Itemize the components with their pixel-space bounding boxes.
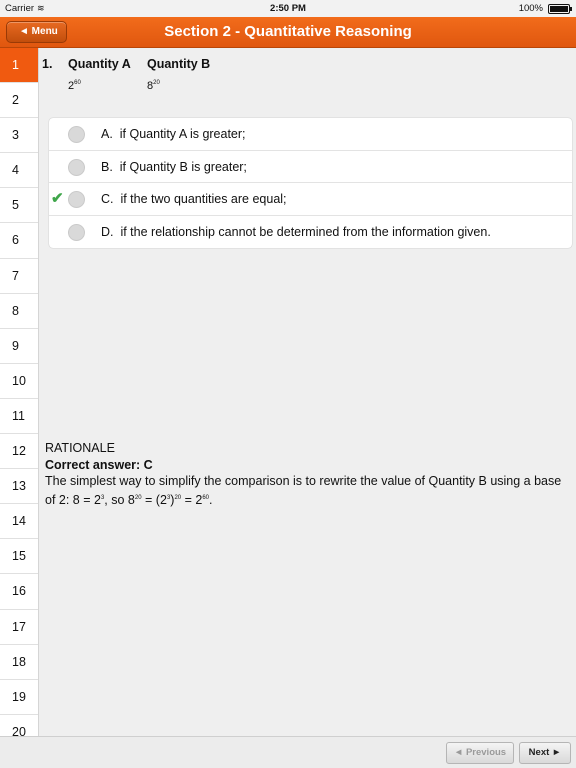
radio-button[interactable] (68, 191, 85, 208)
sidebar-item-1[interactable]: 1 (0, 48, 38, 84)
page-title: Section 2 - Quantitative Reasoning (164, 23, 412, 40)
quantity-a-value: 260 (68, 80, 81, 92)
sidebar-item-6[interactable]: 6 (0, 223, 38, 259)
question-list: 1 2 3 4 5 6 7 8 9 10 11 12 13 14 15 16 17 18 19 20 (0, 48, 39, 736)
checkmark-icon: ✔ (51, 190, 64, 207)
question-number: 1. (42, 57, 53, 71)
option-a[interactable]: A. if Quantity A is greater; (49, 118, 572, 151)
answer-options: A. if Quantity A is greater; B. if Quant… (49, 118, 572, 248)
radio-button[interactable] (68, 158, 85, 176)
sidebar-item-18[interactable]: 18 (0, 645, 38, 680)
rationale-text: The simplest way to simplify the compari… (45, 474, 562, 507)
battery-percentage: 100% (518, 3, 543, 14)
next-button[interactable]: Next ► (519, 742, 571, 764)
rationale: RATIONALE Correct answer: C The simplest… (45, 440, 565, 508)
option-c[interactable]: ✔ C. if the two quantities are equal; (49, 183, 572, 216)
status-bar: Carrier ≋ 2:50 PM 100% (0, 0, 576, 17)
quantity-b-value: 820 (147, 80, 160, 92)
nav-bar: ◄ Menu Section 2 - Quantitative Reasonin… (0, 17, 576, 48)
correct-answer: Correct answer: C (45, 457, 153, 472)
sidebar-item-5[interactable]: 5 (0, 188, 38, 224)
sidebar-item-16[interactable]: 16 (0, 574, 38, 610)
option-label: C. if the two quantities are equal; (101, 192, 287, 206)
radio-button[interactable] (68, 223, 85, 241)
sidebar-item-2[interactable]: 2 (0, 83, 38, 119)
sidebar-item-19[interactable]: 19 (0, 680, 38, 715)
sidebar-item-12[interactable]: 12 (0, 434, 38, 470)
sidebar-item-14[interactable]: 14 (0, 504, 38, 540)
sidebar-item-3[interactable]: 3 (0, 118, 38, 154)
sidebar-item-7[interactable]: 7 (0, 259, 38, 294)
quantity-b-label: Quantity B (147, 57, 211, 71)
sidebar-item-13[interactable]: 13 (0, 469, 38, 505)
radio-button[interactable] (68, 126, 85, 143)
sidebar-item-9[interactable]: 9 (0, 329, 38, 364)
question-panel: 1. Quantity A Quantity B 260 820 A. if Q… (39, 48, 576, 736)
sidebar-item-11[interactable]: 11 (0, 399, 38, 435)
sidebar-item-20[interactable]: 20 (0, 715, 38, 736)
sidebar-item-17[interactable]: 17 (0, 610, 38, 645)
battery-icon (548, 4, 572, 14)
option-b[interactable]: B. if Quantity B is greater; (49, 151, 572, 183)
previous-button[interactable]: ◄ Previous (446, 742, 514, 764)
sidebar-item-10[interactable]: 10 (0, 364, 38, 399)
quantity-a-label: Quantity A (68, 57, 131, 71)
option-label: B. if Quantity B is greater; (101, 159, 247, 174)
option-label: A. if Quantity A is greater; (101, 127, 246, 141)
sidebar-item-8[interactable]: 8 (0, 294, 38, 329)
sidebar-item-4[interactable]: 4 (0, 153, 38, 189)
option-label: D. if the relationship cannot be determi… (101, 224, 491, 239)
rationale-heading: RATIONALE (45, 441, 115, 455)
sidebar-item-15[interactable]: 15 (0, 539, 38, 575)
clock: 2:50 PM (270, 3, 306, 14)
bottom-toolbar: ◄ Previous Next ► (0, 736, 576, 768)
option-d[interactable]: D. if the relationship cannot be determi… (49, 216, 572, 249)
